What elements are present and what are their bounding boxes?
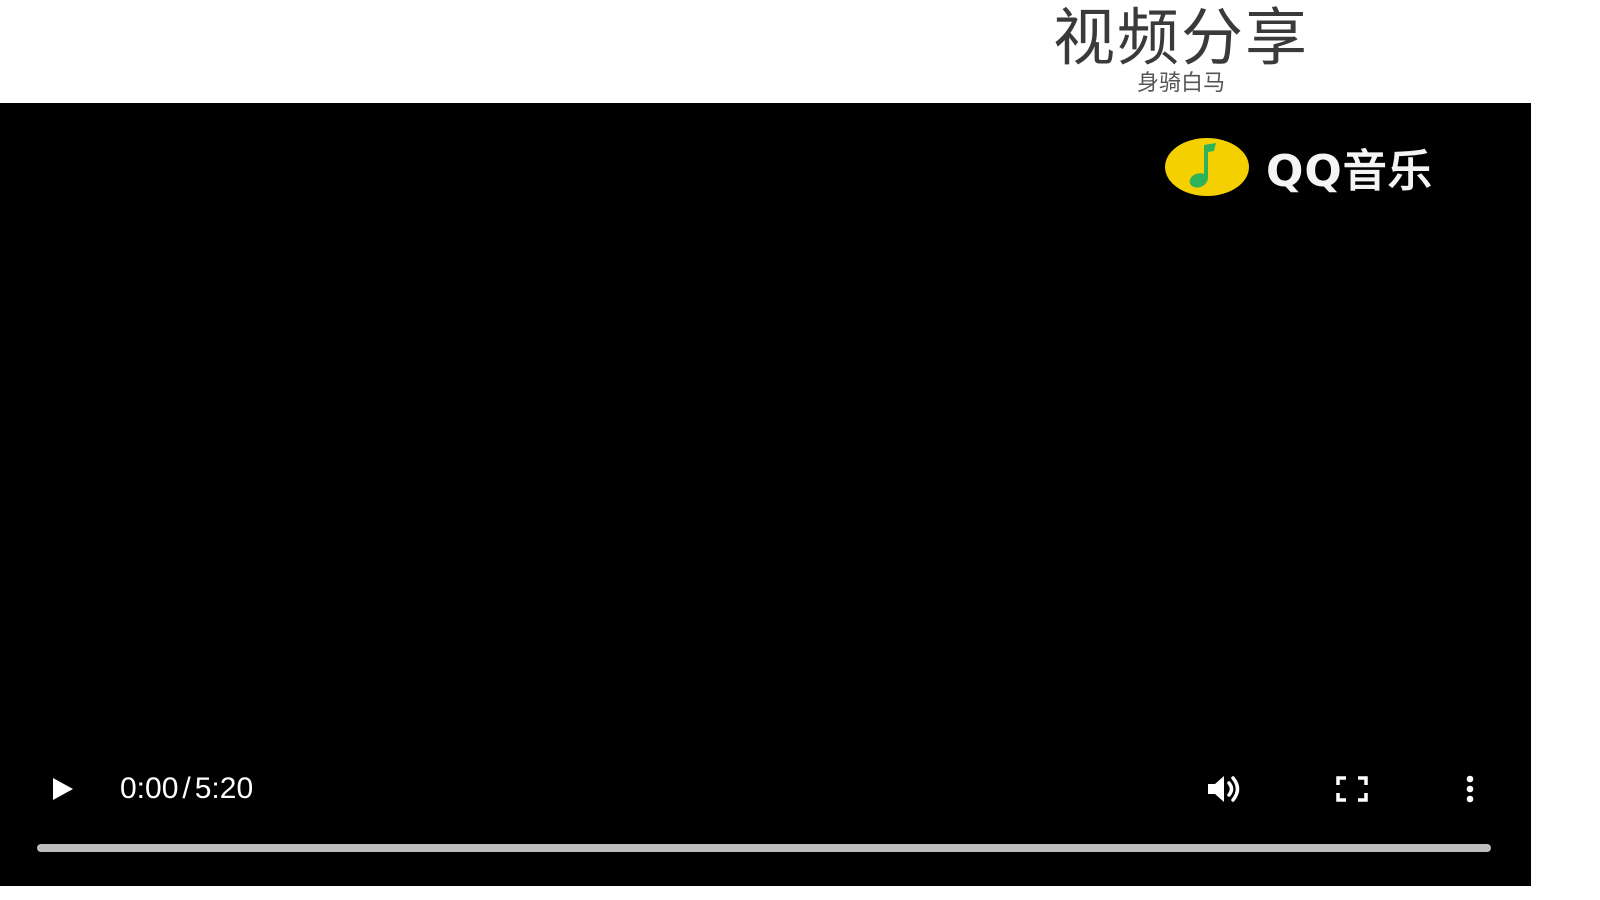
fullscreen-icon bbox=[1336, 776, 1368, 802]
volume-button[interactable] bbox=[1202, 761, 1250, 817]
more-options-button[interactable] bbox=[1452, 761, 1488, 817]
header: 视频分享 身骑白马 bbox=[1000, 0, 1362, 104]
fullscreen-button[interactable] bbox=[1328, 761, 1376, 817]
page-subtitle: 身骑白马 bbox=[1136, 71, 1225, 96]
duration: 5:20 bbox=[194, 772, 254, 805]
logo-text: QQ音乐 bbox=[1266, 146, 1433, 197]
page-title: 视频分享 bbox=[1052, 1, 1309, 74]
play-icon bbox=[53, 778, 73, 800]
qq-music-logo-icon bbox=[1165, 138, 1249, 196]
player-controls: 0:00/5:20 bbox=[0, 761, 1531, 817]
page: 视频分享 身骑白马 QQ音乐 0:00/5:20 bbox=[0, 0, 1600, 900]
qq-music-logo: QQ音乐 bbox=[1164, 135, 1433, 199]
time-separator: / bbox=[182, 772, 191, 805]
time-display: 0:00/5:20 bbox=[120, 761, 253, 817]
progress-bar[interactable] bbox=[37, 844, 1491, 852]
play-button[interactable] bbox=[42, 761, 82, 817]
volume-icon bbox=[1208, 776, 1240, 802]
more-vertical-icon bbox=[1466, 775, 1474, 803]
current-time: 0:00 bbox=[120, 772, 179, 805]
video-player[interactable]: QQ音乐 0:00/5:20 bbox=[0, 103, 1531, 886]
